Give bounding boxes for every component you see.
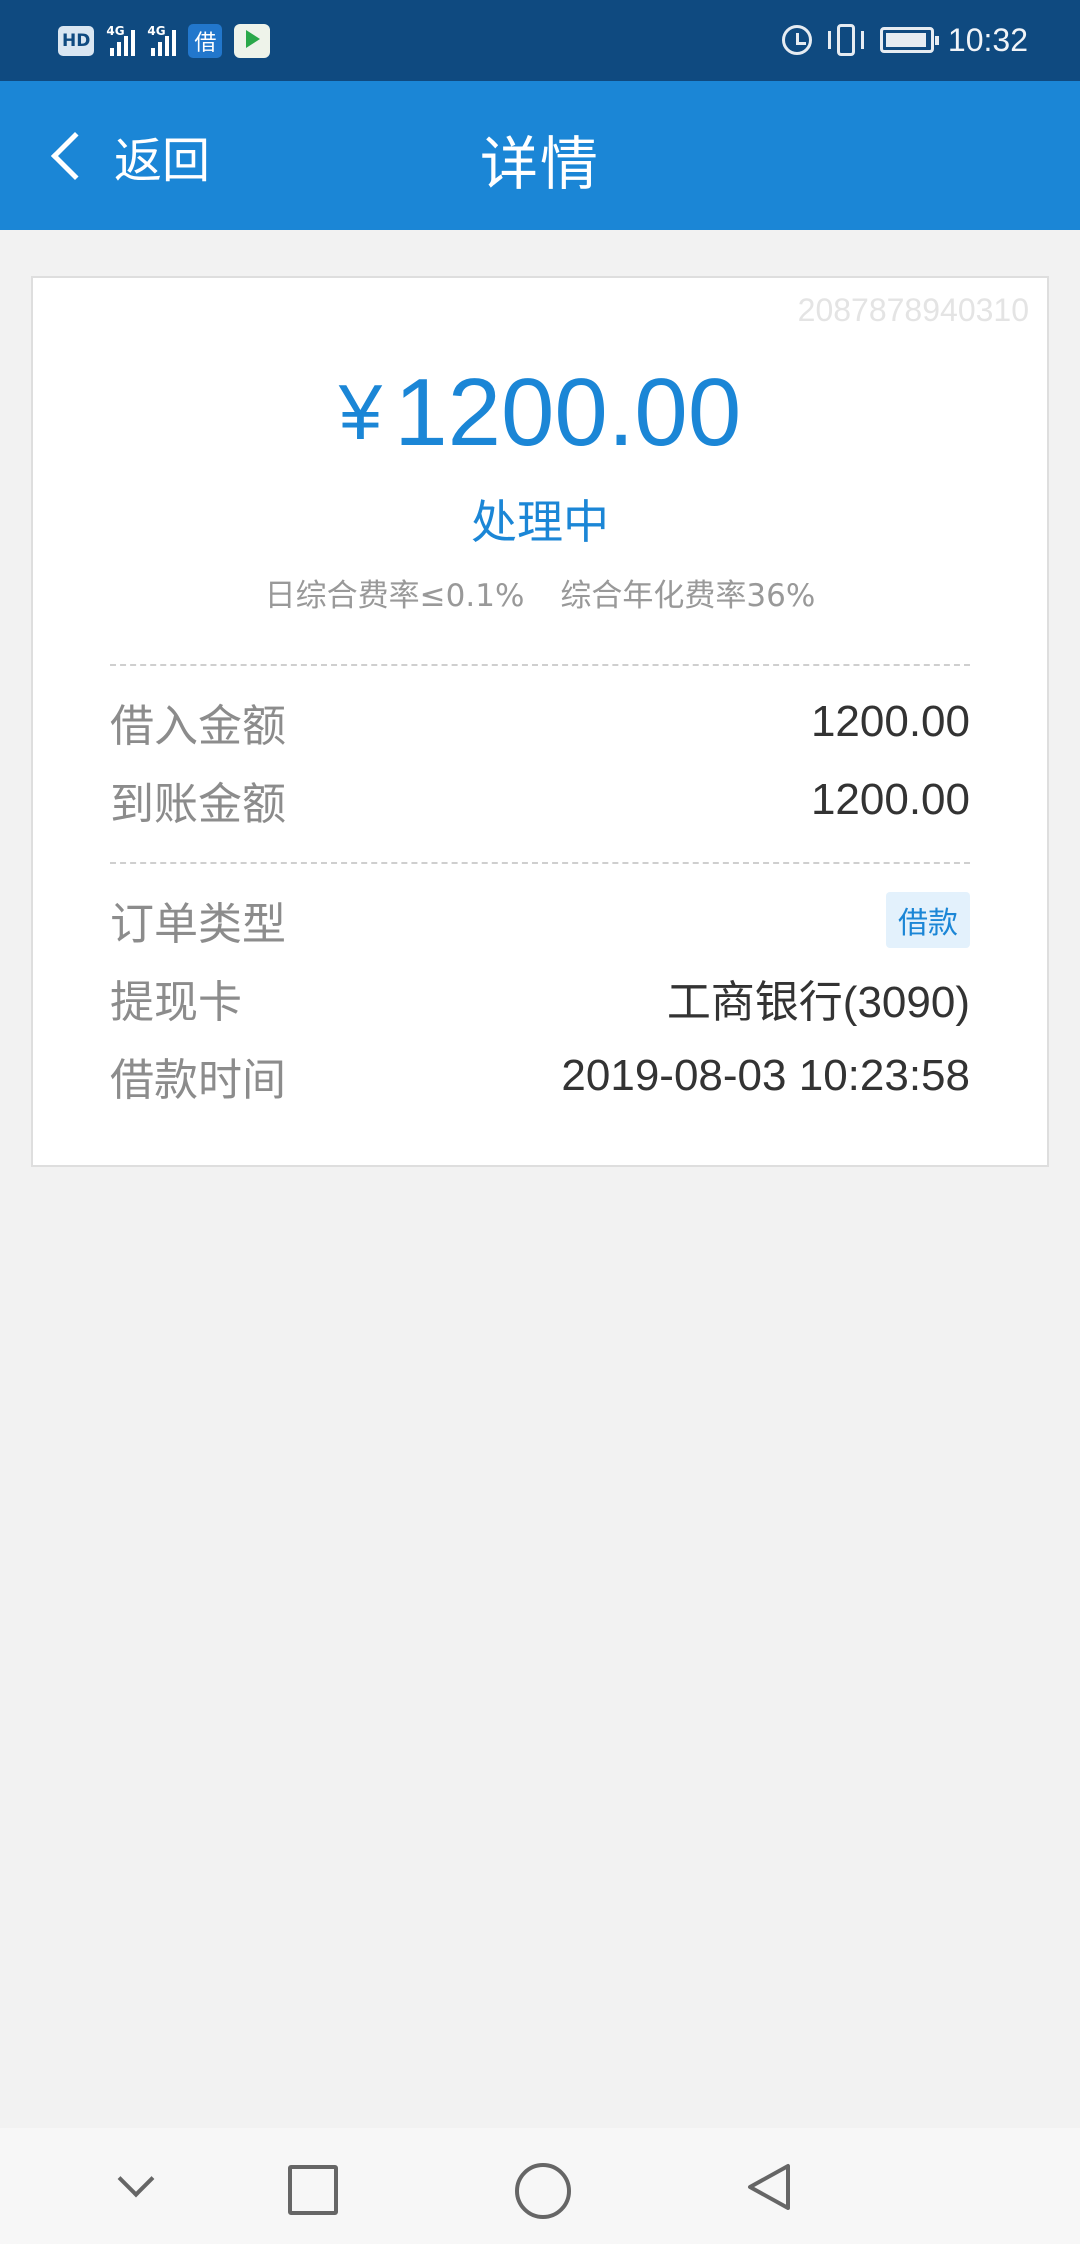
detail-row-borrowed-amount: 借入金额 1200.00 [110,692,970,752]
app-bar: 返回 详情 [0,81,1080,230]
video-app-icon [234,24,271,58]
currency-symbol: ¥ [338,368,383,456]
row-label: 借入金额 [110,701,286,752]
status-bar: HD 4G 4G 借 10:32 [0,0,1080,81]
detail-row-received-amount: 到账金额 1200.00 [110,770,970,830]
loan-detail-card: 2087878940310 ¥1200.00 处理中 日综合费率≤0.1% 综合年… [31,276,1049,1167]
hd-icon: HD [58,26,95,56]
amount-value: 1200.00 [394,359,742,466]
signal-icon: 4G [147,24,177,56]
vibrate-icon [826,23,866,57]
annual-rate: 综合年化费率36% [560,578,816,614]
row-label: 借款时间 [110,1055,286,1106]
status-bar-right: 10:32 [781,20,1028,60]
row-value: 1200.00 [810,697,970,746]
row-label: 订单类型 [110,899,286,950]
divider [110,664,970,666]
battery-icon [879,27,939,53]
detail-row-withdraw-card: 提现卡 工商银行(3090) [110,968,970,1028]
network-type-label: 4G [147,24,166,38]
detail-row-order-type: 订单类型 借款 [110,890,970,950]
alarm-icon [781,25,812,55]
clock: 10:32 [947,21,1028,58]
recents-square-icon[interactable] [274,2152,344,2222]
home-circle-icon[interactable] [504,2152,574,2222]
row-value: 1200.00 [810,775,970,824]
status-text: 处理中 [471,495,609,549]
row-label: 到账金额 [110,779,286,830]
loan-detail-screen: HD 4G 4G 借 10:32 返回 详情 2087878940310 ¥ 1… [0,0,1080,2244]
order-id: 2087878940310 [797,292,1029,328]
divider [110,862,970,864]
signal-icon: 4G [106,24,136,56]
loan-amount: ¥1200.00 [33,358,1047,468]
row-value: 2019-08-03 10:23:58 [561,1051,970,1100]
system-nav-bar [0,2128,1080,2244]
network-type-label: 4G [106,24,125,38]
row-value: 工商银行(3090) [666,978,970,1027]
order-type-badge: 借款 [886,892,970,948]
detail-row-loan-time: 借款时间 2019-08-03 10:23:58 [110,1046,970,1106]
page-title: 详情 [479,130,600,198]
row-label: 提现卡 [110,977,242,1028]
back-triangle-icon[interactable] [734,2152,804,2222]
chevron-down-icon[interactable] [100,2152,170,2222]
daily-rate: 日综合费率≤0.1% [264,578,525,614]
loan-app-icon: 借 [188,24,223,58]
status-bar-left: HD 4G 4G 借 [58,22,271,60]
rate-info: 日综合费率≤0.1% 综合年化费率36% [33,570,1047,615]
